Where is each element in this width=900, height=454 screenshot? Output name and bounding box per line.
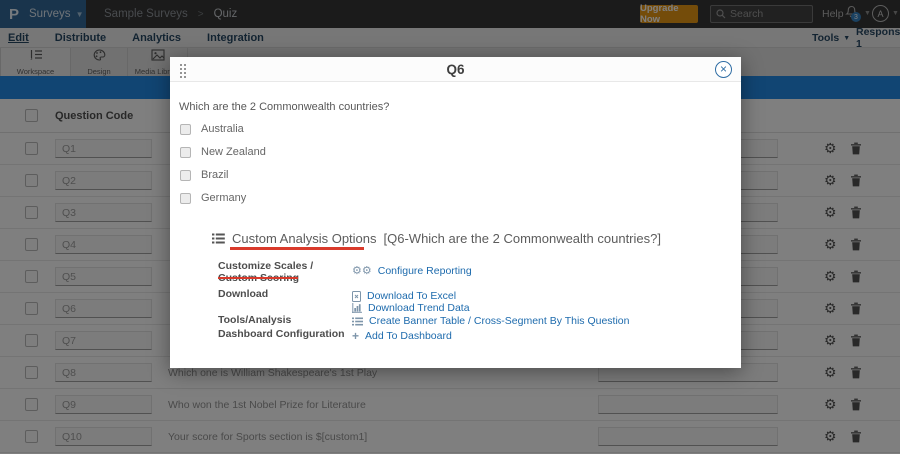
option-label: Brazil — [201, 169, 229, 181]
question-detail-modal: Q6 × Which are the 2 Commonwealth countr… — [170, 57, 741, 368]
modal-title: Q6 — [170, 57, 741, 82]
custom-analysis-heading: Custom Analysis Options [Q6-Which are th… — [212, 231, 661, 246]
option-label: Australia — [201, 123, 244, 135]
label-dashboard-configuration: Dashboard Configuration — [218, 328, 345, 340]
excel-file-icon — [352, 291, 361, 302]
download-trend-data-link[interactable]: Download Trend Data — [352, 302, 470, 314]
configure-reporting-link[interactable]: ⚙⚙ Configure Reporting — [352, 265, 472, 277]
scales-red-underline — [218, 277, 298, 279]
option-row: Australia — [180, 123, 244, 135]
option-label: New Zealand — [201, 146, 266, 158]
heading-red-underline — [230, 247, 364, 250]
analysis-heading-text: Custom Analysis Options — [232, 231, 377, 246]
add-to-dashboard-link[interactable]: + Add To Dashboard — [352, 329, 452, 343]
download-to-excel-label: Download To Excel — [367, 290, 456, 302]
option-checkbox[interactable] — [180, 124, 191, 135]
option-row: New Zealand — [180, 146, 266, 158]
option-checkbox[interactable] — [180, 147, 191, 158]
modal-question-text: Which are the 2 Commonwealth countries? — [179, 101, 389, 113]
option-row: Brazil — [180, 169, 229, 181]
option-checkbox[interactable] — [180, 193, 191, 204]
label-tools-analysis: Tools/Analysis — [218, 314, 291, 326]
label-download: Download — [218, 288, 268, 300]
close-icon[interactable]: × — [715, 61, 732, 78]
create-banner-table-link[interactable]: Create Banner Table / Cross-Segment By T… — [352, 315, 630, 327]
download-trend-data-label: Download Trend Data — [368, 302, 470, 314]
label-customize-scales: Customize Scales / Custom Scoring — [218, 260, 346, 284]
create-banner-table-label: Create Banner Table / Cross-Segment By T… — [369, 315, 630, 327]
option-label: Germany — [201, 192, 246, 204]
plus-icon: + — [352, 329, 359, 343]
banner-list-icon — [352, 317, 363, 326]
add-to-dashboard-label: Add To Dashboard — [365, 330, 452, 342]
download-to-excel-link[interactable]: Download To Excel — [352, 290, 456, 302]
cogs-icon: ⚙⚙ — [352, 266, 372, 277]
list-icon — [212, 233, 225, 244]
modal-header: Q6 × — [170, 57, 741, 82]
analysis-heading-suffix: [Q6-Which are the 2 Commonwealth countri… — [384, 231, 661, 246]
bar-chart-icon — [352, 303, 362, 313]
configure-reporting-label: Configure Reporting — [378, 265, 472, 277]
option-checkbox[interactable] — [180, 170, 191, 181]
option-row: Germany — [180, 192, 246, 204]
